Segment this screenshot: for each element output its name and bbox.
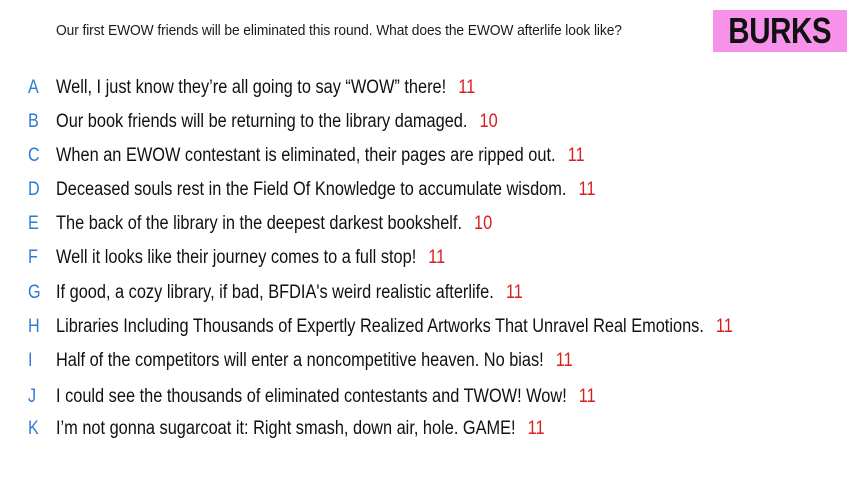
response-letter: A — [28, 77, 39, 98]
response-letter: I — [28, 350, 33, 371]
response-row: B Our book friends will be returning to … — [0, 109, 853, 135]
response-row: H Libraries Including Thousands of Exper… — [0, 314, 853, 340]
response-score: 10 — [474, 213, 493, 234]
response-score: 11 — [578, 179, 596, 200]
response-score: 11 — [458, 77, 476, 98]
response-row: A Well, I just know they’re all going to… — [0, 75, 853, 101]
response-letter: D — [28, 179, 40, 200]
response-score: 11 — [555, 350, 573, 371]
response-text: Deceased souls rest in the Field Of Know… — [56, 179, 567, 200]
response-row: J I could see the thousands of eliminate… — [0, 384, 853, 410]
response-list: A Well, I just know they’re all going to… — [0, 0, 853, 480]
response-row: I Half of the competitors will enter a n… — [0, 348, 853, 374]
response-row: F Well it looks like their journey comes… — [0, 245, 853, 271]
response-letter: J — [28, 386, 37, 407]
response-score: 10 — [479, 111, 498, 132]
response-row: D Deceased souls rest in the Field Of Kn… — [0, 177, 853, 203]
response-score: 11 — [578, 386, 596, 407]
response-text: If good, a cozy library, if bad, BFDIA's… — [56, 282, 494, 303]
response-letter: G — [28, 282, 41, 303]
response-letter: E — [28, 213, 39, 234]
response-letter: F — [28, 247, 38, 268]
response-letter: H — [28, 316, 40, 337]
response-text: Well it looks like their journey comes t… — [56, 247, 417, 268]
response-score: 11 — [715, 316, 733, 337]
response-text: I could see the thousands of eliminated … — [56, 386, 567, 407]
response-row: G If good, a cozy library, if bad, BFDIA… — [0, 280, 853, 306]
response-row: K I’m not gonna sugarcoat it: Right smas… — [0, 416, 853, 442]
response-text: The back of the library in the deepest d… — [56, 213, 463, 234]
response-score: 11 — [527, 418, 545, 439]
response-text: When an EWOW contestant is eliminated, t… — [56, 145, 556, 166]
response-text: I’m not gonna sugarcoat it: Right smash,… — [56, 418, 516, 439]
response-score: 11 — [567, 145, 585, 166]
response-text: Well, I just know they’re all going to s… — [56, 77, 447, 98]
response-row: C When an EWOW contestant is eliminated,… — [0, 143, 853, 169]
response-letter: K — [28, 418, 39, 439]
response-text: Our book friends will be returning to th… — [56, 111, 468, 132]
response-score: 11 — [505, 282, 523, 303]
response-letter: C — [28, 145, 40, 166]
response-letter: B — [28, 111, 39, 132]
response-text: Libraries Including Thousands of Expertl… — [56, 316, 704, 337]
response-score: 11 — [428, 247, 446, 268]
response-row: E The back of the library in the deepest… — [0, 211, 853, 237]
response-text: Half of the competitors will enter a non… — [56, 350, 544, 371]
